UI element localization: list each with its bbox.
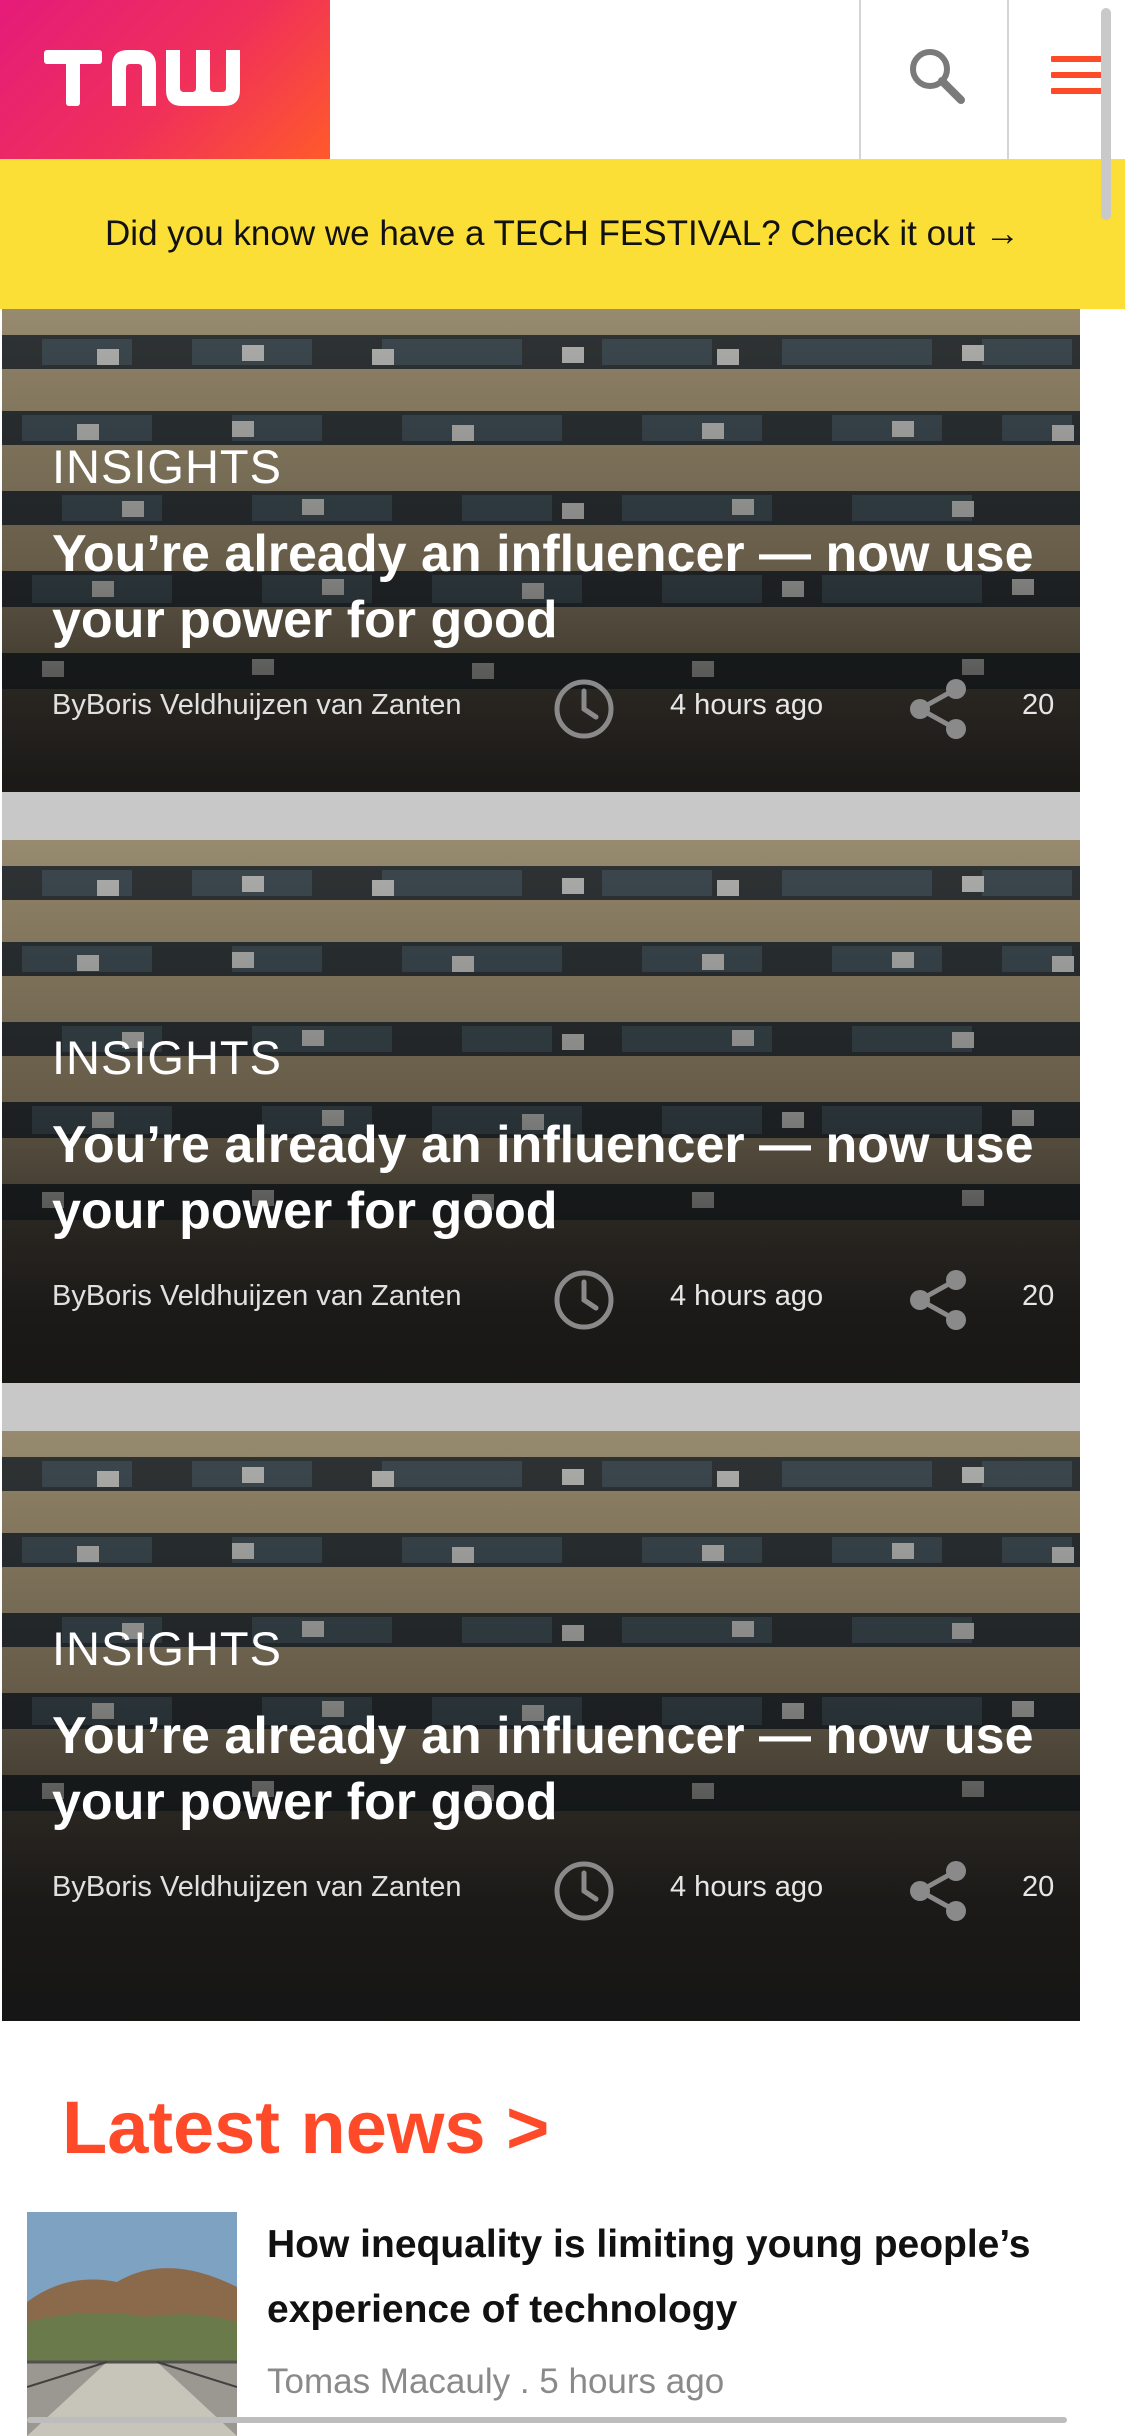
clock-icon	[554, 1861, 614, 1921]
share-icon[interactable]	[906, 677, 970, 741]
article-author[interactable]: ByBoris Veldhuijzen van Zanten	[52, 1280, 461, 1313]
article-time: 4 hours ago	[670, 689, 824, 721]
article-title[interactable]: You’re already an influencer — now use y…	[52, 1112, 1080, 1244]
latest-news-heading[interactable]: Latest news >	[62, 2085, 549, 2170]
tech-festival-banner[interactable]: Did you know we have a TECH FESTIVAL? Ch…	[0, 159, 1125, 309]
search-icon	[910, 49, 965, 104]
hamburger-menu-icon	[1051, 88, 1107, 94]
article-title[interactable]: You’re already an influencer — now use y…	[52, 1703, 1080, 1835]
horizontal-scrollbar[interactable]	[27, 2417, 1067, 2423]
clock-icon	[554, 679, 614, 739]
article-category[interactable]: INSIGHTS	[52, 1621, 282, 1676]
clock-icon	[554, 1270, 614, 1330]
article-category[interactable]: INSIGHTS	[52, 1030, 282, 1085]
featured-article-card[interactable]: INSIGHTS You’re already an influencer — …	[2, 840, 1080, 1430]
share-count: 20	[1022, 1871, 1055, 1903]
hamburger-menu-icon	[1051, 56, 1107, 62]
hamburger-menu-icon	[1051, 72, 1107, 78]
article-author[interactable]: ByBoris Veldhuijzen van Zanten	[52, 689, 461, 722]
article-time: 4 hours ago	[670, 1871, 824, 1903]
card-separator	[2, 1383, 1080, 1431]
list-item[interactable]: How inequality is limiting young people’…	[27, 2212, 1107, 2436]
search-button[interactable]	[861, 0, 1007, 159]
share-icon[interactable]	[906, 1268, 970, 1332]
tnw-logo[interactable]	[0, 0, 330, 159]
article-author[interactable]: ByBoris Veldhuijzen van Zanten	[52, 1871, 461, 1904]
article-title[interactable]: You’re already an influencer — now use y…	[52, 521, 1080, 653]
share-count: 20	[1022, 1280, 1055, 1312]
share-count: 20	[1022, 689, 1055, 721]
article-category[interactable]: INSIGHTS	[52, 439, 282, 494]
card-separator	[2, 792, 1080, 840]
share-icon[interactable]	[906, 1859, 970, 1923]
news-title[interactable]: How inequality is limiting young people’…	[267, 2212, 1107, 2342]
top-navigation-bar	[0, 0, 1125, 159]
news-meta: Tomas Macauly . 5 hours ago	[267, 2362, 725, 2401]
page-scrollbar[interactable]	[1101, 8, 1111, 220]
article-time: 4 hours ago	[670, 1280, 824, 1312]
tnw-logo-mark	[44, 50, 240, 106]
featured-article-card[interactable]: INSIGHTS You’re already an influencer — …	[2, 1431, 1080, 2021]
banner-text: Did you know we have a TECH FESTIVAL? Ch…	[105, 214, 1020, 253]
news-thumbnail	[27, 2212, 237, 2436]
